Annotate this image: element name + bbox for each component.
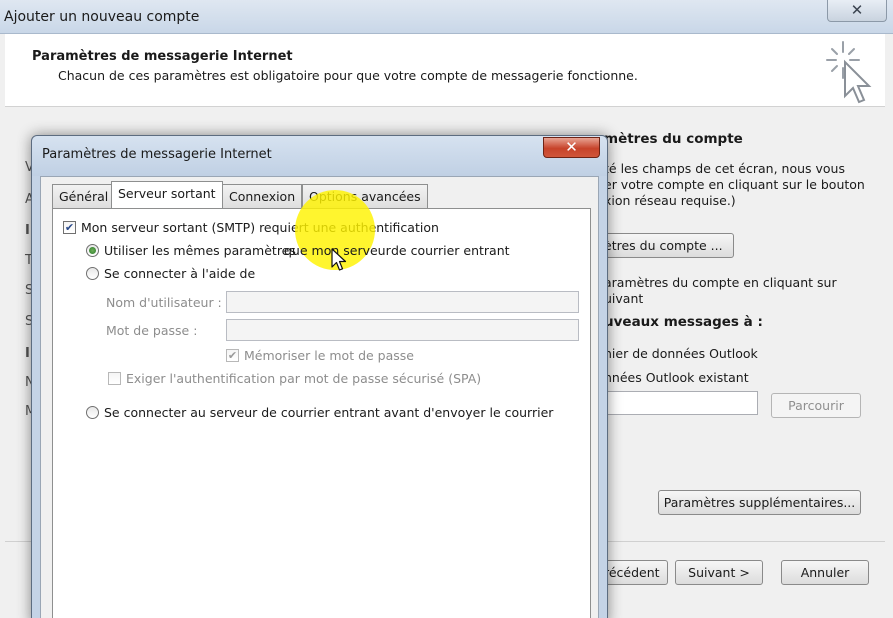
deliver-option-existing[interactable]: nnées Outlook existant	[604, 370, 749, 385]
main-titlebar: Ajouter un nouveau compte ✕	[0, 0, 893, 34]
existing-file-input[interactable]	[588, 391, 758, 415]
header-subtitle: Chacun de ces paramètres est obligatoire…	[58, 68, 638, 83]
password-input[interactable]	[226, 319, 579, 341]
outgoing-server-panel: ✔ Mon serveur sortant (SMTP) requiert un…	[52, 208, 591, 618]
smtp-auth-row[interactable]: ✔ Mon serveur sortant (SMTP) requiert un…	[63, 220, 439, 235]
wizard-cursor-icon	[826, 41, 872, 104]
cancel-button[interactable]: Annuler	[781, 560, 869, 585]
more-settings-button[interactable]: Paramètres supplémentaires...	[658, 490, 861, 515]
next-button[interactable]: Suivant >	[675, 560, 763, 585]
remember-password-row[interactable]: ✔ Mémoriser le mot de passe	[226, 348, 414, 363]
spa-row[interactable]: Exiger l'authentification par mot de pas…	[108, 371, 481, 386]
tab-connection[interactable]: Connexion	[222, 184, 303, 208]
username-label: Nom d'utilisateur :	[106, 295, 222, 310]
same-settings-radio[interactable]	[86, 244, 99, 257]
dialog-title: Paramètres de messagerie Internet	[42, 147, 272, 162]
remember-password-checkbox[interactable]: ✔	[226, 349, 239, 362]
radio-selected-dot	[89, 247, 96, 254]
deliver-heading: uveaux messages à :	[604, 314, 763, 330]
dialog-titlebar: Paramètres de messagerie Internet ✕	[32, 136, 607, 176]
account-desc-line2: er votre compte en cliquant sur le bouto…	[604, 177, 865, 192]
test-account-button[interactable]: ètres du compte ...	[588, 233, 734, 258]
account-desc-line1: té les champs de cet écran, nous vous	[604, 161, 845, 176]
login-with-row[interactable]: Se connecter à l'aide de	[86, 266, 255, 281]
spa-label: Exiger l'authentification par mot de pas…	[126, 371, 482, 386]
smtp-auth-checkbox[interactable]: ✔	[63, 221, 76, 234]
deliver-option-new[interactable]: hier de données Outlook	[604, 346, 758, 361]
main-window-title: Ajouter un nouveau compte	[4, 9, 200, 25]
remember-password-label: Mémoriser le mot de passe	[244, 348, 414, 363]
header-title: Paramètres de messagerie Internet	[32, 49, 293, 64]
close-icon: ✕	[565, 138, 578, 156]
dialog-close-button[interactable]: ✕	[543, 137, 600, 158]
username-input[interactable]	[226, 291, 579, 313]
tab-general[interactable]: Général	[52, 184, 116, 208]
account-desc-line3: xion réseau requise.)	[604, 193, 736, 208]
login-before-send-radio[interactable]	[86, 406, 99, 419]
internet-email-settings-dialog: Paramètres de messagerie Internet ✕ Géné…	[31, 135, 608, 618]
same-settings-label-c: de courrier entrant	[391, 243, 510, 258]
same-settings-row[interactable]: Utiliser les mêmes paramètres	[86, 243, 296, 258]
left-fragment: I	[25, 223, 30, 238]
tab-outgoing-server[interactable]: Serveur sortant	[111, 181, 223, 208]
test-desc-line2: uivant	[604, 291, 644, 306]
password-label: Mot de passe :	[106, 323, 198, 338]
tab-advanced-options[interactable]: Options avancées	[302, 184, 428, 208]
smtp-auth-label: Mon serveur sortant (SMTP) requiert une …	[81, 220, 439, 235]
login-with-radio[interactable]	[86, 267, 99, 280]
account-settings-heading: mètres du compte	[604, 131, 743, 147]
left-fragment: I	[25, 346, 30, 361]
test-desc-line1: aramètres du compte en cliquant sur	[604, 275, 837, 290]
main-close-button[interactable]: ✕	[827, 0, 887, 22]
login-with-label: Se connecter à l'aide de	[104, 266, 256, 281]
mouse-pointer-icon	[331, 248, 347, 271]
spa-checkbox[interactable]	[108, 372, 121, 385]
browse-button[interactable]: Parcourir	[771, 393, 861, 418]
close-icon: ✕	[850, 1, 864, 19]
main-header: Paramètres de messagerie Internet Chacun…	[5, 34, 885, 107]
login-before-send-row[interactable]: Se connecter au serveur de courrier entr…	[86, 405, 553, 420]
same-settings-label-a: Utiliser les mêmes paramètres	[104, 243, 296, 258]
login-before-send-label: Se connecter au serveur de courrier entr…	[104, 405, 554, 420]
